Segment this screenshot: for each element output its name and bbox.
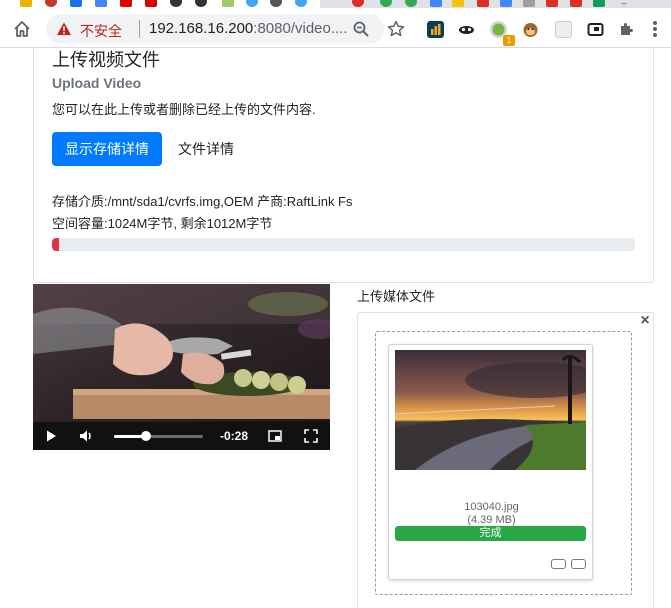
page-content: 上传视频文件 Upload Video 您可以在此上传或者删除已经上传的文件内容… — [0, 48, 671, 608]
tab-favicon-icon — [20, 0, 32, 7]
tab-favicon-icon — [352, 0, 364, 7]
video-seek-handle[interactable] — [141, 431, 152, 441]
video-controls: -0:28 — [33, 422, 330, 450]
url-host: 192.168.16.200 — [149, 20, 254, 37]
tab-favicon-icon — [120, 0, 132, 7]
extensions-puzzle-icon[interactable] — [618, 21, 635, 38]
bookmark-star-icon[interactable] — [387, 20, 405, 38]
close-icon[interactable]: × — [637, 313, 653, 329]
file-details-button[interactable]: 文件详情 — [170, 132, 242, 166]
card-title: 上传视频文件 — [52, 50, 160, 70]
extension-mask-icon[interactable] — [458, 21, 475, 38]
video-seek-bar[interactable] — [114, 431, 203, 441]
uploaded-file-preview: 103040.jpg (4.39 MB) 完成 — [388, 344, 593, 580]
card-description: 您可以在此上传或者删除已经上传的文件内容. — [52, 102, 316, 117]
video-player[interactable]: -0:28 — [33, 284, 330, 450]
zoom-icon[interactable] — [352, 20, 370, 38]
tab-favicon-icon — [380, 0, 392, 7]
tab-favicon-icon — [593, 0, 605, 7]
upload-panel: × 103040.jpg (4.39 MB) 完成 — [357, 312, 654, 608]
video-time-remaining: -0:28 — [220, 429, 249, 443]
url-path: :8080/video.... — [253, 20, 348, 37]
file-thumbnail-image — [395, 350, 586, 470]
upload-video-card: 上传视频文件 Upload Video 您可以在此上传或者删除已经上传的文件内容… — [33, 48, 654, 283]
tab-favicon-icon — [222, 0, 234, 7]
extension-badge: 1 — [503, 35, 515, 46]
volume-icon[interactable] — [78, 428, 94, 444]
video-frame — [33, 284, 330, 422]
extension-monkey-icon[interactable] — [522, 21, 539, 38]
tab-favicon-icon — [500, 0, 512, 7]
security-status-label[interactable]: 不安全 — [80, 21, 122, 41]
address-separator — [139, 20, 140, 38]
play-icon[interactable] — [43, 428, 59, 444]
picture-in-picture-icon[interactable] — [267, 428, 283, 444]
tab-favicon-icon — [570, 0, 582, 7]
tab-favicon-icon — [523, 0, 535, 7]
file-size: (4.39 MB) — [467, 514, 516, 526]
storage-usage-bar — [52, 238, 59, 251]
card-subtitle: Upload Video — [52, 75, 142, 91]
upload-media-label: 上传媒体文件 — [357, 289, 436, 304]
address-bar[interactable]: 不安全 192.168.16.200:8080/video.... — [46, 14, 384, 44]
minimize-window-icon[interactable]: – — [617, 0, 631, 8]
storage-capacity-text: 空间容量:1024M字节, 剩余1012M字节 — [52, 216, 273, 231]
show-storage-details-button[interactable]: 显示存储详情 — [52, 132, 162, 166]
file-upload-status: 完成 — [395, 526, 586, 541]
tab-favicon-icon — [477, 0, 489, 7]
warning-triangle-icon[interactable] — [56, 21, 72, 37]
upload-dropzone[interactable]: 103040.jpg (4.39 MB) 完成 — [375, 331, 632, 595]
tab-favicon-icon — [546, 0, 558, 7]
browser-menu-icon[interactable] — [648, 20, 662, 38]
extension-window-icon[interactable] — [587, 21, 604, 38]
home-icon[interactable] — [12, 19, 32, 39]
tab-favicon-icon — [145, 0, 157, 7]
remove-file-button[interactable] — [571, 559, 586, 569]
extension-grid-icon[interactable] — [555, 21, 572, 38]
fullscreen-icon[interactable] — [303, 428, 319, 444]
tab-favicon-icon — [430, 0, 442, 7]
url-text[interactable]: 192.168.16.200:8080/video.... — [149, 20, 348, 37]
preview-file-button[interactable] — [551, 559, 566, 569]
tab-favicon-icon — [405, 0, 417, 7]
file-upload-progress: 完成 — [395, 526, 586, 541]
browser-tab-strip: – — [0, 0, 671, 8]
storage-usage-progress — [52, 238, 635, 251]
tab-favicon-icon — [452, 0, 464, 7]
storage-medium-text: 存储介质:/mnt/sda1/cvrfs.img,OEM 产商:RaftLink… — [52, 194, 353, 209]
tab-favicon-icon — [70, 0, 82, 7]
file-name: 103040.jpg — [464, 501, 519, 513]
tab-favicon-icon — [95, 0, 107, 7]
extension-analytics-icon[interactable] — [427, 21, 444, 38]
browser-toolbar: 不安全 192.168.16.200:8080/video.... 1 — [0, 8, 671, 48]
